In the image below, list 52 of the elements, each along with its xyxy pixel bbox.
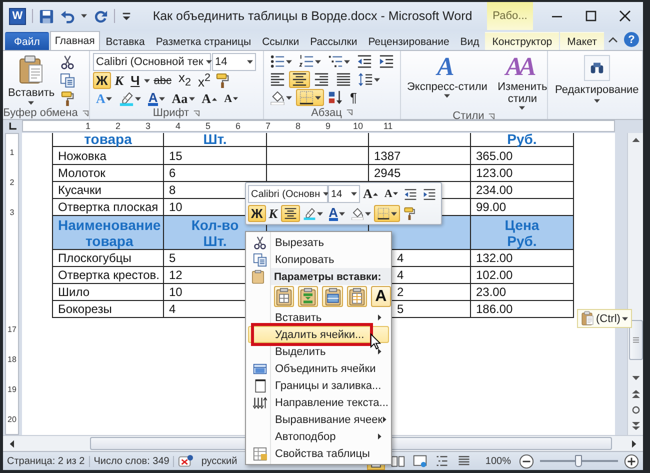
window-title: Как объединить таблицы в Ворде.docx - Microsoft Word — [152, 9, 474, 23]
ruler-number: 9 — [324, 121, 332, 132]
table-cell: 234.00 — [470, 182, 574, 199]
header-cell: Шт. — [164, 132, 266, 147]
ruler-number: 20 — [8, 414, 16, 426]
table-cell: 186.00 — [470, 300, 574, 318]
ruler-number: 11 — [382, 121, 394, 132]
ruler-number: 2 — [114, 121, 122, 132]
group-label: Шрифт — [152, 107, 190, 119]
page-count: Страница: 2 из 2 — [3, 456, 90, 466]
ruler-number: 18 — [8, 354, 16, 366]
ruler-number: 1 — [10, 147, 14, 160]
table-cell: 6 — [164, 164, 266, 182]
table-cell: Шило — [52, 284, 164, 301]
header-cell: Наименование товара — [52, 216, 164, 250]
ruler-number: 1 — [84, 121, 92, 132]
table-cell: Молоток — [52, 164, 164, 182]
change-styles-icon: AA — [504, 53, 542, 80]
ruler-number: 8 — [294, 121, 302, 132]
ruler-number: 10 — [352, 121, 364, 132]
table-cell: 15 — [164, 146, 266, 165]
table-cell: 123.00 — [470, 164, 574, 182]
word-count: Число слов: 349 — [90, 456, 174, 466]
table-cell: 23.00 — [470, 284, 574, 301]
ruler-number: 2 — [10, 177, 14, 190]
group-label: Абзац — [311, 106, 342, 118]
ruler-number: 7 — [264, 121, 272, 132]
table-cell: 365.00 — [470, 146, 574, 165]
styles-icon: A — [435, 53, 460, 80]
group-label: Стили — [452, 110, 484, 122]
table-cell: Бокорезы — [52, 300, 164, 318]
ruler-number: 17 — [8, 324, 16, 336]
ruler-number: 4 — [174, 121, 182, 132]
app-logo: W — [9, 8, 26, 24]
header-cell: Руб. — [470, 132, 574, 147]
ruler-number: 5 — [204, 121, 212, 132]
menu-section-header: Параметры вставки: — [270, 268, 391, 285]
ruler-number: 3 — [10, 207, 14, 220]
ruler-number: 3 — [144, 121, 152, 132]
table-cell: 1387 — [368, 146, 470, 165]
ruler-number: 19 — [8, 384, 16, 396]
table-cell: 102.00 — [470, 266, 574, 284]
header-cell: товара — [52, 132, 164, 147]
ruler-number: 6 — [234, 121, 242, 132]
table-cell: Ножовка — [52, 146, 164, 165]
table-cell: Кусачки — [52, 182, 164, 199]
table-cell: 132.00 — [470, 250, 574, 267]
table-cell: Отвертка крестов. — [52, 266, 164, 284]
header-cell: Цена Руб. — [470, 216, 574, 250]
group-label: Буфер обмена — [3, 107, 78, 119]
contextual-tab-group: Рабо... — [487, 2, 533, 30]
table-cell: Плоскогубцы — [52, 250, 164, 267]
